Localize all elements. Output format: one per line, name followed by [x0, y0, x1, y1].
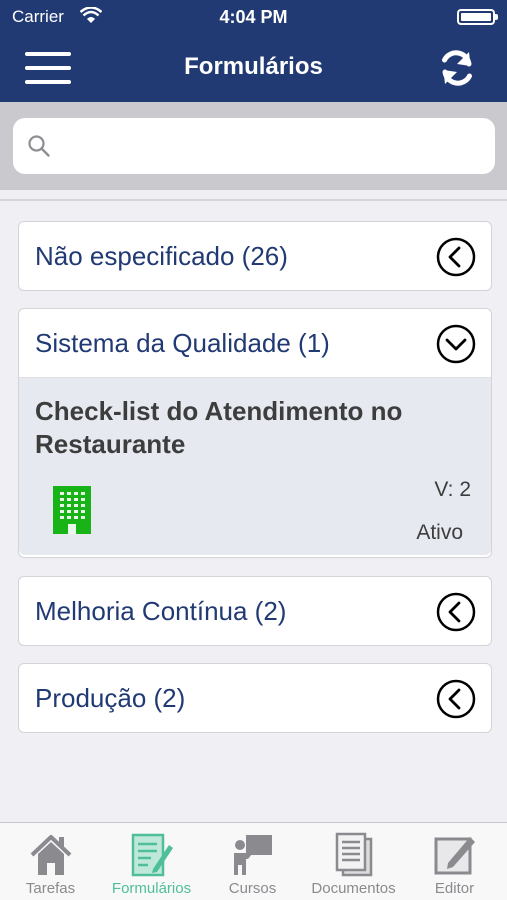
tab-cursos[interactable]: Cursos — [202, 823, 303, 900]
category-label: Produção (2) — [35, 683, 186, 713]
tab-label: Cursos — [228, 880, 277, 897]
tab-editor[interactable]: Editor — [404, 823, 505, 900]
tab-bar: Tarefas Formulários Cursos Documentos Ed… — [0, 822, 507, 900]
tab-label: Formulários — [111, 880, 192, 897]
category-header[interactable]: Sistema da Qualidade (1) — [19, 309, 491, 377]
category-sistema-da-qualidade: Sistema da Qualidade (1) Check-list do A… — [18, 308, 492, 558]
category-header[interactable]: Produção (2) — [19, 664, 491, 732]
battery-icon — [457, 9, 498, 25]
divider — [0, 199, 507, 201]
documents-icon — [335, 832, 373, 877]
home-icon — [30, 835, 72, 875]
search-bar — [0, 102, 507, 190]
category-label: Sistema da Qualidade (1) — [35, 328, 330, 358]
form-title: Check-list do Atendimento no Restaurante — [35, 396, 403, 459]
building-icon — [53, 486, 91, 534]
form-list-item[interactable]: Check-list do Atendimento no Restaurante… — [19, 377, 491, 555]
page-title: Formulários — [184, 53, 323, 80]
category-header[interactable]: Não especificado (26) — [19, 222, 491, 290]
category-label: Não especificado (26) — [35, 241, 288, 271]
edit-icon — [434, 837, 475, 875]
category-label: Melhoria Contínua (2) — [35, 596, 287, 626]
category-nao-especificado: Não especificado (26) — [18, 221, 492, 291]
tab-formularios[interactable]: Formulários — [101, 823, 202, 900]
category-header[interactable]: Melhoria Contínua (2) — [19, 577, 491, 645]
chevron-left-icon[interactable] — [436, 679, 476, 719]
chevron-left-icon[interactable] — [436, 592, 476, 632]
refresh-icon — [442, 50, 472, 86]
form-edit-icon — [131, 833, 173, 877]
tab-label: Editor — [434, 880, 475, 897]
presenter-icon — [234, 835, 272, 875]
tab-tarefas[interactable]: Tarefas — [0, 823, 101, 900]
tab-label: Documentos — [311, 880, 396, 897]
search-input[interactable] — [63, 126, 483, 166]
chevron-left-icon[interactable] — [436, 237, 476, 277]
category-melhoria-continua: Melhoria Contínua (2) — [18, 576, 492, 646]
search-icon — [28, 135, 50, 157]
chevron-down-icon[interactable] — [436, 324, 476, 364]
refresh-button[interactable] — [435, 46, 479, 90]
navigation-bar: Formulários — [0, 34, 507, 102]
form-version: V: 2 — [434, 478, 471, 501]
form-status: Ativo — [416, 521, 463, 544]
category-producao: Produção (2) — [18, 663, 492, 733]
status-bar: Carrier 4:04 PM — [0, 0, 507, 34]
search-field[interactable] — [13, 118, 495, 174]
tab-label: Tarefas — [25, 880, 76, 897]
clock: 4:04 PM — [219, 7, 288, 27]
tab-documentos[interactable]: Documentos — [303, 823, 404, 900]
